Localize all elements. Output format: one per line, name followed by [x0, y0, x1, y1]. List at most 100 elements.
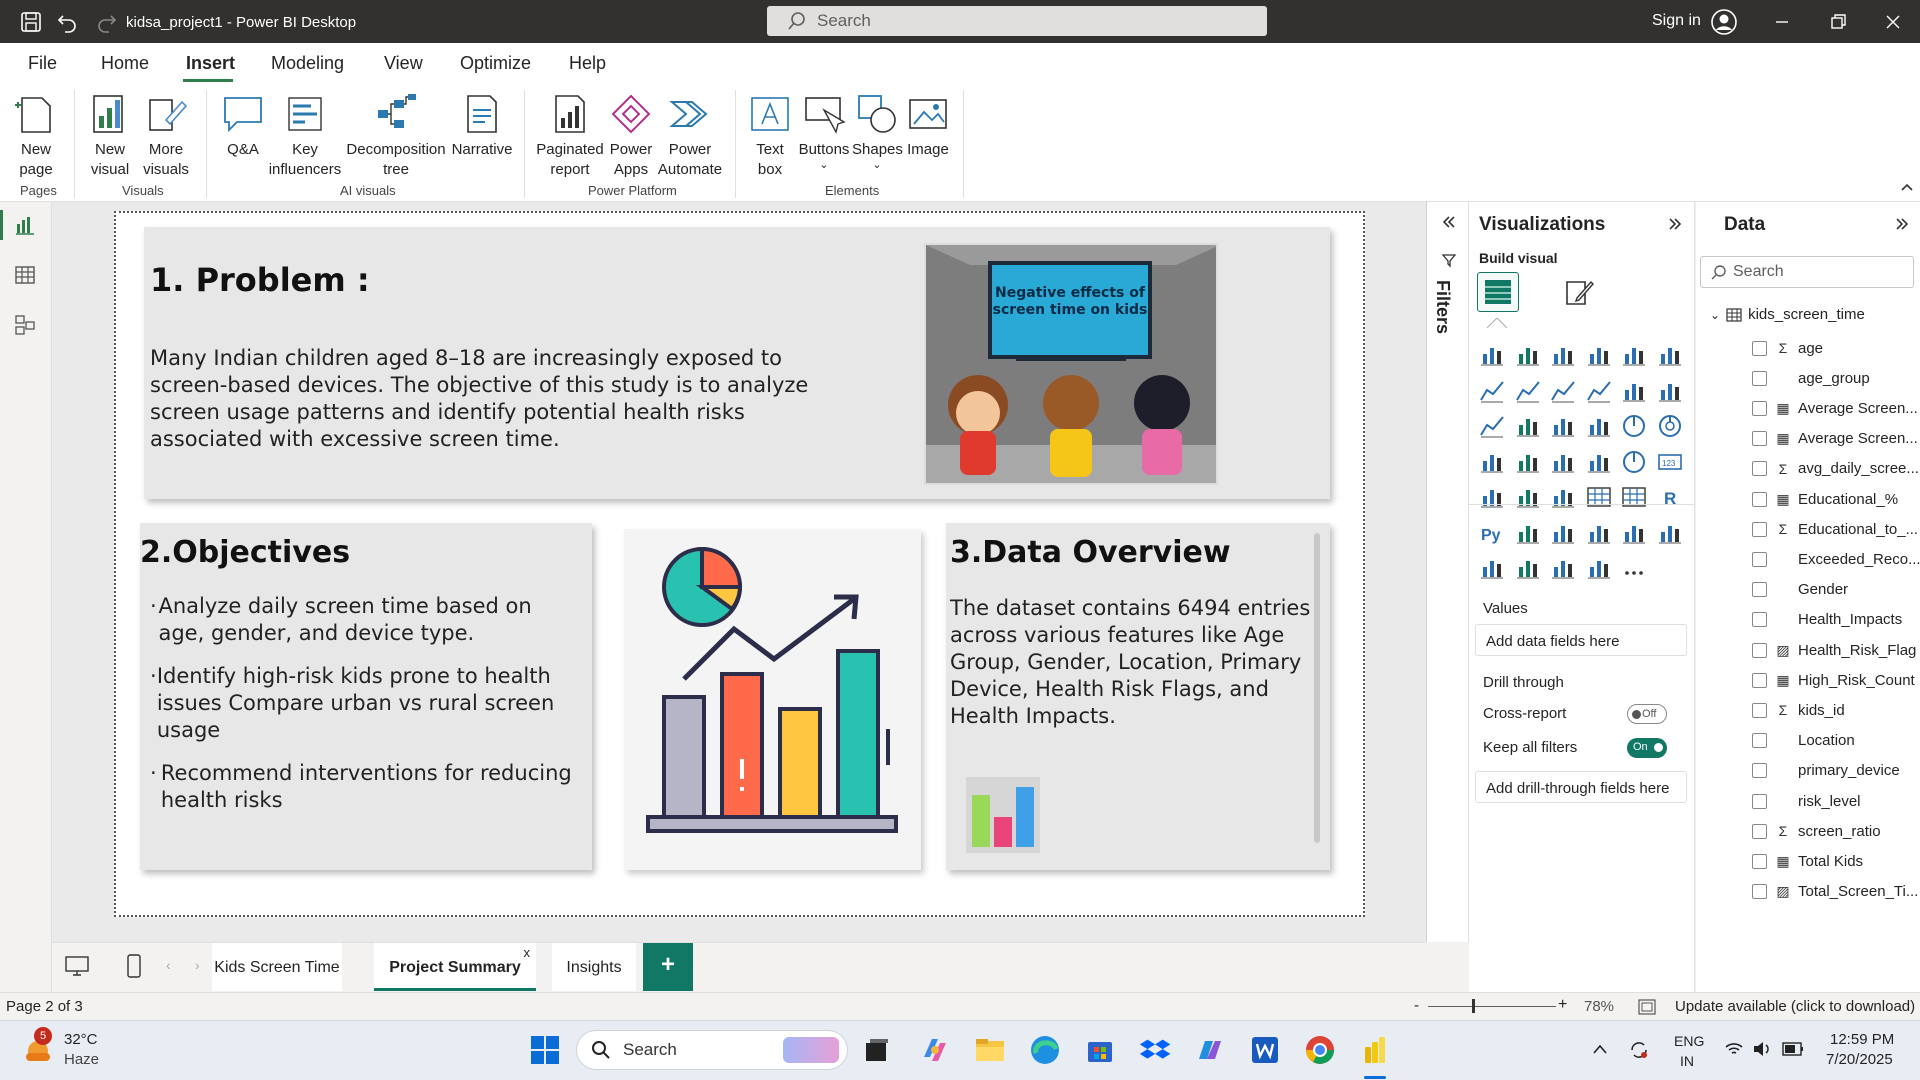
undo-icon[interactable] — [55, 10, 79, 34]
keep-filters-toggle[interactable]: On — [1627, 738, 1667, 758]
multi-row-card-icon[interactable] — [1479, 484, 1505, 510]
field-checkbox[interactable] — [1752, 853, 1767, 869]
scrollbar[interactable] — [1314, 533, 1320, 843]
narrative-button[interactable]: Narrative — [449, 92, 515, 160]
field-item[interactable]: ▦ Educational_% — [1696, 487, 1898, 511]
field-checkbox[interactable] — [1752, 733, 1767, 749]
report-view-icon[interactable] — [14, 214, 36, 236]
restore-icon[interactable] — [1826, 10, 1850, 34]
field-item[interactable]: Σavg_daily_scree... — [1696, 457, 1919, 481]
close-tab-icon[interactable]: x — [524, 945, 531, 960]
field-item[interactable]: ▦ Total Kids — [1696, 849, 1863, 873]
menu-file[interactable]: File — [28, 53, 57, 74]
clustered-bar-icon[interactable] — [1550, 342, 1576, 368]
field-checkbox[interactable] — [1752, 793, 1767, 809]
globe-icon[interactable] — [1515, 555, 1541, 581]
next-page-icon[interactable]: › — [195, 957, 200, 973]
tab-insights[interactable]: Insights — [552, 943, 636, 991]
collapse-ribbon-icon[interactable] — [1900, 182, 1914, 192]
field-item[interactable]: ▦ Average Screen... — [1696, 396, 1918, 420]
more-visuals-button[interactable]: More visuals — [138, 92, 194, 180]
text-box-button[interactable]: Text box — [746, 92, 794, 180]
file-explorer-icon[interactable] — [973, 1033, 1007, 1067]
field-item[interactable]: ▨ Total_Screen_Ti... — [1696, 880, 1918, 904]
field-checkbox[interactable] — [1752, 884, 1767, 900]
field-item[interactable]: ▨ Health_Risk_Flag — [1696, 638, 1916, 662]
field-checkbox[interactable] — [1752, 582, 1767, 598]
tab-project-summary[interactable]: Project Summary x — [374, 943, 536, 991]
field-checkbox[interactable] — [1752, 612, 1767, 628]
new-page-button[interactable]: New page — [8, 92, 64, 180]
buttons-button[interactable]: Buttons ⌄ — [796, 92, 852, 171]
decomposition-icon[interactable] — [1550, 520, 1576, 546]
shapes-button[interactable]: Shapes ⌄ — [852, 92, 903, 171]
collapse-right-icon[interactable] — [1667, 216, 1683, 232]
language-region[interactable]: IN — [1680, 1053, 1694, 1069]
volume-icon[interactable] — [1752, 1041, 1772, 1057]
field-checkbox[interactable] — [1752, 521, 1767, 537]
more-icon[interactable] — [1621, 555, 1647, 581]
field-item[interactable]: Σ Educational_to_... — [1696, 517, 1918, 541]
dropbox-icon[interactable] — [1138, 1033, 1172, 1067]
100-area-icon[interactable] — [1586, 378, 1612, 404]
problem-card[interactable]: 1. Problem : Many Indian children aged 8… — [144, 227, 1330, 499]
minimize-icon[interactable] — [1770, 10, 1794, 34]
image-button[interactable]: Image — [902, 92, 954, 160]
drill-through-drop-well[interactable]: Add drill-through fields here — [1475, 771, 1687, 803]
microsoft-store-icon[interactable] — [1083, 1033, 1117, 1067]
redo-icon[interactable] — [95, 10, 119, 34]
python-icon[interactable]: Py — [1479, 520, 1505, 546]
azure-map-icon[interactable] — [1586, 449, 1612, 475]
windows-start-icon[interactable] — [528, 1033, 562, 1067]
field-item[interactable]: ▦ High_Risk_Count — [1696, 668, 1915, 692]
field-checkbox[interactable] — [1752, 763, 1767, 779]
search-input[interactable]: Search — [767, 6, 1267, 36]
close-icon[interactable] — [1881, 10, 1905, 34]
new-visual-button[interactable]: New visual — [82, 92, 138, 180]
donut-icon[interactable] — [1657, 413, 1683, 439]
pie-icon[interactable] — [1621, 413, 1647, 439]
field-item[interactable]: Exceeded_Reco... — [1696, 547, 1920, 571]
update-notice[interactable]: Update available (click to download) — [1675, 998, 1915, 1015]
matrix-icon[interactable] — [1621, 484, 1647, 510]
field-checkbox[interactable] — [1752, 702, 1767, 718]
table-node[interactable]: ⌄ kids_screen_time — [1710, 306, 1865, 323]
data-overview-card[interactable]: 3.Data Overview The dataset contains 649… — [946, 523, 1330, 870]
kpi-icon[interactable] — [1515, 484, 1541, 510]
field-item[interactable]: Health_Impacts — [1696, 608, 1902, 632]
task-view-icon[interactable] — [860, 1033, 894, 1067]
zoom-out-icon[interactable]: - — [1414, 997, 1419, 1014]
table-icon[interactable] — [1586, 484, 1612, 510]
menu-home[interactable]: Home — [101, 53, 149, 74]
chevron-down-icon[interactable]: ⌄ — [1710, 308, 1720, 322]
100-column-icon[interactable] — [1657, 342, 1683, 368]
field-checkbox[interactable] — [1752, 823, 1767, 839]
chrome-icon[interactable] — [1303, 1033, 1337, 1067]
edge-icon[interactable] — [1028, 1033, 1062, 1067]
model-view-icon[interactable] — [14, 314, 36, 336]
field-checkbox[interactable] — [1752, 400, 1767, 416]
filled-map-icon[interactable] — [1550, 449, 1576, 475]
scatter-icon[interactable] — [1586, 413, 1612, 439]
m365-icon[interactable] — [1193, 1033, 1227, 1067]
field-checkbox[interactable] — [1752, 431, 1767, 447]
language-primary[interactable]: ENG — [1674, 1033, 1704, 1049]
tab-kids-screen-time[interactable]: Kids Screen Time — [212, 943, 342, 991]
paginated-report-button[interactable]: Paginated report — [534, 92, 606, 180]
menu-insert[interactable]: Insert — [186, 53, 235, 74]
area-icon[interactable] — [1515, 378, 1541, 404]
key-influencers-button[interactable]: Key influencers — [268, 92, 342, 180]
100-bar-icon[interactable] — [1621, 342, 1647, 368]
avatar-icon[interactable] — [1711, 9, 1737, 35]
zoom-in-icon[interactable]: + — [1558, 996, 1567, 1014]
format-visual-icon[interactable] — [1563, 276, 1595, 308]
field-checkbox[interactable] — [1752, 340, 1767, 356]
save-icon[interactable] — [19, 10, 43, 34]
line-clustered-column-icon[interactable] — [1657, 378, 1683, 404]
waterfall-icon[interactable] — [1515, 413, 1541, 439]
zoom-slider-thumb[interactable] — [1472, 999, 1475, 1013]
field-checkbox[interactable] — [1752, 461, 1767, 477]
r-script-icon[interactable]: R — [1657, 484, 1683, 510]
field-item[interactable]: Σage — [1696, 336, 1823, 360]
menu-view[interactable]: View — [384, 53, 423, 74]
